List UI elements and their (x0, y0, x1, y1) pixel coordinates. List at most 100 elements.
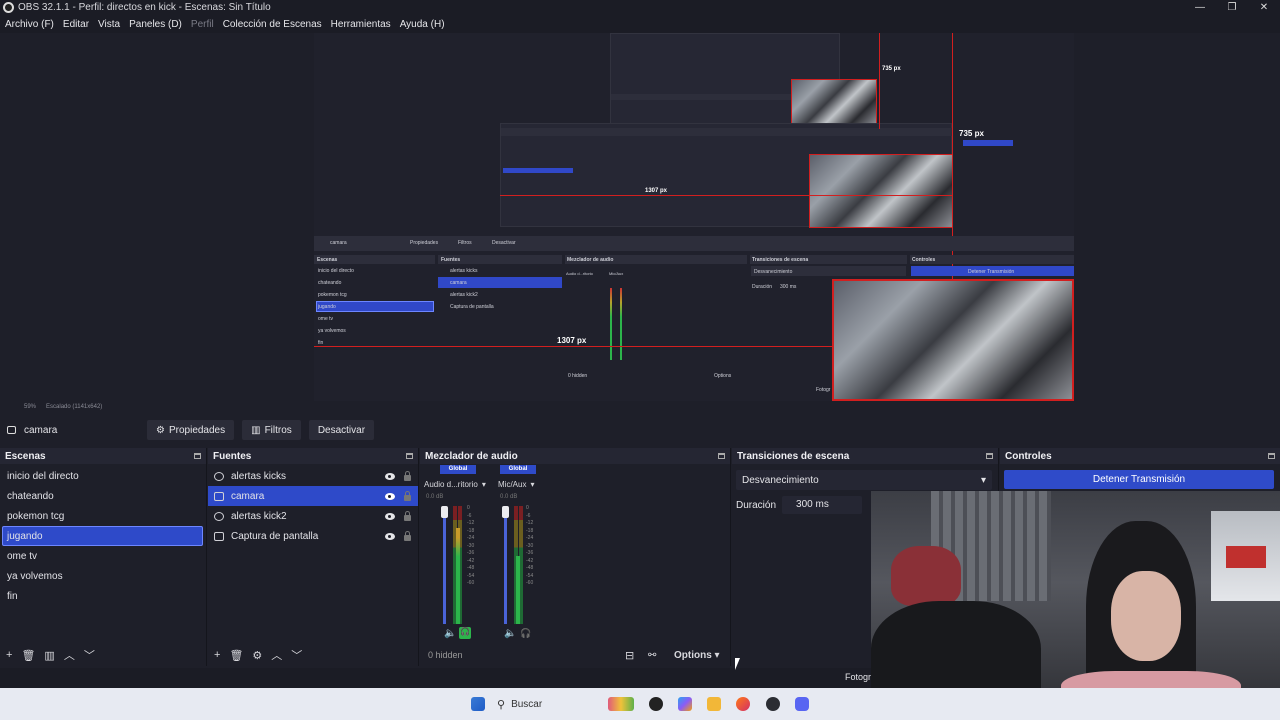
menu-editar[interactable]: Editar (58, 19, 93, 30)
zoom-row: 59% Escalado (1141x642) (0, 401, 1280, 413)
widget-icon[interactable] (608, 697, 634, 711)
firefox-icon[interactable] (736, 697, 750, 711)
gear-icon: ⚙ (156, 424, 165, 436)
lock-icon[interactable] (404, 491, 411, 501)
scene-item[interactable]: ya volvemos (0, 566, 206, 586)
taskbar: ⚲ Buscar (0, 688, 1280, 720)
eye-icon[interactable] (385, 532, 395, 540)
search-box[interactable]: ⚲ Buscar (497, 695, 542, 713)
undock-icon[interactable] (194, 453, 201, 459)
preview-area[interactable]: 1307 px 735 px 735 px camara Propiedades… (0, 33, 1280, 401)
move-down-icon[interactable]: ﹀ (291, 647, 302, 663)
source-item[interactable]: alertas kick2 (208, 506, 418, 526)
monitor-off-icon[interactable]: 🎧 (520, 628, 531, 639)
link-icon[interactable]: ⚯ (648, 650, 656, 661)
deactivate-button[interactable]: Desactivar (308, 420, 375, 440)
monitor-headphones-icon[interactable]: 🎧 (459, 627, 471, 639)
lock-icon[interactable] (404, 531, 411, 541)
scene-item-selected[interactable]: jugando (2, 526, 203, 546)
filter-icon[interactable]: ▥ (44, 649, 54, 662)
obs-taskbar-icon[interactable] (649, 697, 663, 711)
channel-name[interactable]: Mic/Aux ▾ (498, 480, 534, 489)
windows-start-icon[interactable] (471, 697, 485, 711)
sources-title-bar: Fuentes (208, 448, 418, 464)
scene-item[interactable]: inicio del directo (0, 466, 206, 486)
properties-button[interactable]: ⚙ Propiedades (147, 420, 235, 440)
camera-icon (7, 426, 16, 434)
speaker-icon[interactable]: 🔈 (504, 628, 516, 639)
stop-stream-button[interactable]: Detener Transmisión (1004, 470, 1274, 489)
undock-icon[interactable] (986, 453, 993, 459)
nested-preview-mid: 1307 px (500, 123, 1013, 228)
volume-fader[interactable] (443, 506, 446, 624)
maximize-icon[interactable]: ❐ (1216, 0, 1248, 15)
menu-coleccion-escenas[interactable]: Colección de Escenas (218, 19, 326, 30)
obs-app-icon[interactable] (766, 697, 780, 711)
volume-fader[interactable] (504, 506, 507, 624)
gear-icon[interactable]: ⚙ (252, 649, 262, 662)
trash-icon[interactable]: 🗑 (21, 649, 35, 662)
close-icon[interactable]: ✕ (1248, 0, 1280, 15)
move-up-icon[interactable]: ︿ (271, 647, 282, 663)
scenes-list: inicio del directo chateando pokemon tcg… (0, 464, 206, 606)
menu-vista[interactable]: Vista (93, 19, 124, 30)
channel-db: 0.0 dB (426, 494, 444, 500)
copilot-icon[interactable] (678, 697, 692, 711)
zoom-level[interactable]: 59% (24, 404, 36, 410)
level-meter-active (456, 528, 460, 624)
dropdown-arrow-icon[interactable]: ▾ (530, 480, 534, 489)
layout-icon[interactable]: ⊟ (625, 649, 634, 662)
add-icon[interactable]: + (6, 649, 12, 661)
duration-input[interactable]: 300 ms (782, 496, 863, 514)
sources-list: alertas kicks camara alertas kick2 Captu… (208, 464, 418, 546)
scene-item[interactable]: chateando (0, 486, 206, 506)
scenes-toolbar: + 🗑 ▥ ︿ ﹀ (0, 644, 206, 666)
source-item[interactable]: Captura de pantalla (208, 526, 418, 546)
filters-button[interactable]: ▥ Filtros (242, 420, 301, 440)
undock-icon[interactable] (1268, 453, 1275, 459)
globe-icon (214, 511, 224, 521)
folder-icon[interactable] (707, 697, 721, 711)
scale-mode[interactable]: Escalado (1141x642) (46, 404, 102, 410)
minimize-icon[interactable]: — (1184, 0, 1216, 15)
discord-icon[interactable] (795, 697, 809, 711)
undock-icon[interactable] (718, 453, 725, 459)
transitions-title-bar: Transiciones de escena (732, 448, 998, 464)
menu-herramientas[interactable]: Herramientas (326, 19, 395, 30)
channel-name[interactable]: Audio d...ritorio ▾ (424, 480, 486, 489)
source-item-selected[interactable]: camara (208, 486, 418, 506)
person-right-face (1111, 571, 1181, 661)
scene-item[interactable]: fin (0, 586, 206, 606)
options-button[interactable]: Options ▾ (674, 650, 720, 661)
scene-item[interactable]: ome tv (0, 546, 206, 566)
move-up-icon[interactable]: ︿ (64, 647, 75, 663)
trash-icon[interactable]: 🗑 (229, 649, 243, 662)
lock-icon[interactable] (404, 511, 411, 521)
eye-icon[interactable] (385, 472, 395, 480)
dropdown-arrow-icon[interactable]: ▾ (482, 480, 486, 489)
fader-knob[interactable] (441, 506, 448, 518)
window-controls: — ❐ ✕ (1184, 0, 1280, 15)
move-down-icon[interactable]: ﹀ (84, 647, 95, 663)
add-icon[interactable]: + (214, 649, 220, 661)
preview-canvas[interactable]: 1307 px 735 px 735 px camara Propiedades… (314, 33, 1074, 401)
level-meter-active (516, 556, 520, 624)
menu-archivo[interactable]: Archivo (F) (0, 19, 58, 30)
eye-icon[interactable] (385, 512, 395, 520)
source-item[interactable]: alertas kicks (208, 466, 418, 486)
webcam-overlay (871, 491, 1280, 720)
lock-icon[interactable] (404, 471, 411, 481)
transition-select[interactable]: Desvanecimiento ▾ (736, 470, 992, 490)
context-source-name: camara (24, 424, 58, 436)
scene-item[interactable]: pokemon tcg (0, 506, 206, 526)
undock-icon[interactable] (406, 453, 413, 459)
measure-height-small: 735 px (882, 66, 901, 72)
eye-icon[interactable] (385, 492, 395, 500)
menu-ayuda[interactable]: Ayuda (H) (395, 19, 449, 30)
obs-logo-icon (3, 2, 14, 13)
menu-paneles[interactable]: Paneles (D) (124, 19, 186, 30)
menu-perfil[interactable]: Perfil (186, 19, 218, 30)
fader-knob[interactable] (502, 506, 509, 518)
measure-height: 735 px (959, 129, 984, 138)
speaker-icon[interactable]: 🔈 (444, 628, 456, 639)
